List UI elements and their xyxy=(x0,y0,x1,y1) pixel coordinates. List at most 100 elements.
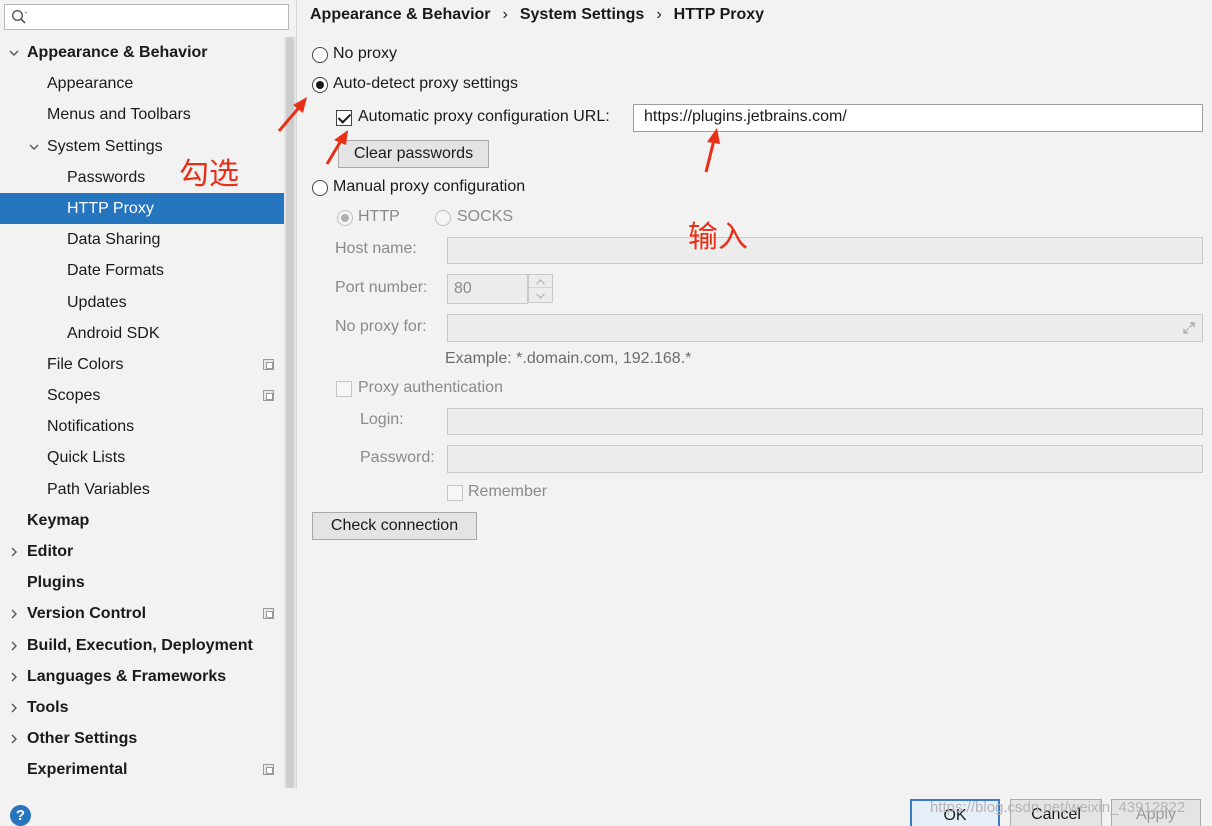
manual-proxy-radio[interactable] xyxy=(312,180,328,196)
no-proxy-label[interactable]: No proxy xyxy=(333,45,397,63)
sidebar-item-languages-frameworks[interactable]: Languages & Frameworks xyxy=(0,661,284,692)
sidebar-item-experimental[interactable]: Experimental xyxy=(0,754,284,785)
annotation-check-note: 勾选 xyxy=(179,157,239,192)
host-name-input[interactable] xyxy=(447,237,1203,264)
sidebar-item-menus-and-toolbars[interactable]: Menus and Toolbars xyxy=(0,99,284,130)
sidebar-item-label: Keymap xyxy=(27,511,90,529)
sidebar-item-quick-lists[interactable]: Quick Lists xyxy=(0,442,284,473)
chevron-right-icon[interactable] xyxy=(9,672,19,682)
chevron-down-icon xyxy=(536,293,545,299)
chevron-right-icon[interactable] xyxy=(9,703,19,713)
port-number-stepper[interactable] xyxy=(528,274,553,303)
no-proxy-radio[interactable] xyxy=(312,47,328,63)
sidebar-item-label: Scopes xyxy=(47,387,101,405)
remember-label[interactable]: Remember xyxy=(468,483,547,501)
sidebar-item-tools[interactable]: Tools xyxy=(0,692,284,723)
sidebar-scrollbar[interactable] xyxy=(284,37,296,788)
copy-icon xyxy=(263,764,274,776)
sidebar-item-date-formats[interactable]: Date Formats xyxy=(0,255,284,286)
breadcrumb-item: System Settings xyxy=(519,6,645,23)
sidebar-item-build-execution-deployment[interactable]: Build, Execution, Deployment xyxy=(0,630,284,661)
sidebar-item-label: Version Control xyxy=(27,605,147,623)
no-proxy-example: Example: *.domain.com, 192.168.* xyxy=(445,350,692,367)
auto-config-url-label[interactable]: Automatic proxy configuration URL: xyxy=(358,108,610,126)
annotation-arrow-icon xyxy=(325,130,348,165)
help-icon[interactable]: ? xyxy=(10,805,31,826)
breadcrumb-separator: › xyxy=(656,6,662,23)
sidebar-item-label: Appearance xyxy=(47,75,134,93)
breadcrumb-item: HTTP Proxy xyxy=(673,6,765,23)
sidebar-item-updates[interactable]: Updates xyxy=(0,287,284,318)
sidebar-item-plugins[interactable]: Plugins xyxy=(0,567,284,598)
auto-detect-label[interactable]: Auto-detect proxy settings xyxy=(333,75,518,93)
clear-passwords-button[interactable]: Clear passwords xyxy=(338,140,489,168)
auto-detect-radio[interactable] xyxy=(312,77,328,93)
sidebar-item-passwords[interactable]: Passwords xyxy=(0,162,284,193)
socks-label[interactable]: SOCKS xyxy=(457,208,513,226)
proxy-auth-label[interactable]: Proxy authentication xyxy=(358,379,503,397)
sidebar-item-editor[interactable]: Editor xyxy=(0,536,284,567)
port-number-label: Port number: xyxy=(335,279,428,296)
check-connection-button[interactable]: Check connection xyxy=(312,512,477,540)
sidebar-item-label: Notifications xyxy=(47,418,135,436)
sidebar-item-label: HTTP Proxy xyxy=(67,199,154,217)
port-number-input[interactable]: 80 xyxy=(447,274,528,304)
sidebar-item-path-variables[interactable]: Path Variables xyxy=(0,474,284,505)
sidebar-item-system-settings[interactable]: System Settings xyxy=(0,131,284,162)
chevron-up-icon xyxy=(536,279,545,285)
sidebar-item-other-settings[interactable]: Other Settings xyxy=(0,723,284,754)
password-label: Password: xyxy=(360,449,435,466)
sidebar-item-android-sdk[interactable]: Android SDK xyxy=(0,318,284,349)
annotation-arrow-icon xyxy=(277,97,307,132)
proxy-auth-checkbox[interactable] xyxy=(336,381,352,397)
sidebar-item-label: Plugins xyxy=(27,574,85,592)
sidebar-item-label: Editor xyxy=(27,543,74,560)
sidebar-item-label: Android SDK xyxy=(67,324,160,342)
sidebar-item-version-control[interactable]: Version Control xyxy=(0,598,284,629)
sidebar-item-label: Updates xyxy=(67,293,127,311)
scrollbar-thumb[interactable] xyxy=(286,37,294,788)
sidebar-item-file-colors[interactable]: File Colors xyxy=(0,349,284,380)
stepper-up-button[interactable] xyxy=(529,275,552,288)
search-input[interactable] xyxy=(4,4,289,30)
sidebar-item-appearance-behavior[interactable]: Appearance & Behavior xyxy=(0,37,284,68)
sidebar-item-notifications[interactable]: Notifications xyxy=(0,411,284,442)
no-proxy-for-input[interactable] xyxy=(447,314,1203,342)
http-radio[interactable] xyxy=(337,210,353,226)
sidebar-item-appearance[interactable]: Appearance xyxy=(0,68,284,99)
sidebar-item-label: Date Formats xyxy=(67,262,164,280)
breadcrumb: Appearance & Behavior › System Settings › HT… xyxy=(310,6,764,28)
sidebar-item-label: Appearance & Behavior xyxy=(27,44,208,61)
sidebar-item-label: Data Sharing xyxy=(67,231,161,249)
chevron-right-icon[interactable] xyxy=(9,734,19,744)
stepper-down-button[interactable] xyxy=(529,289,552,302)
settings-tree: Appearance & Behavior Appearance Menus and… xyxy=(0,37,284,786)
sidebar-item-http-proxy[interactable]: HTTP Proxy xyxy=(0,192,284,225)
sidebar-item-keymap[interactable]: Keymap xyxy=(0,505,284,536)
breadcrumb-separator: › xyxy=(502,6,508,23)
chevron-right-icon[interactable] xyxy=(9,547,19,557)
login-label: Login: xyxy=(360,411,404,428)
sidebar-item-label: Languages & Frameworks xyxy=(27,667,227,685)
sidebar-item-data-sharing[interactable]: Data Sharing xyxy=(0,224,284,255)
chevron-right-icon[interactable] xyxy=(9,641,19,651)
login-input[interactable] xyxy=(447,408,1203,435)
auto-config-url-value: https://plugins.jetbrains.com/ xyxy=(644,108,847,125)
no-proxy-for-label: No proxy for: xyxy=(335,318,427,335)
host-name-label: Host name: xyxy=(335,240,417,257)
chevron-down-icon[interactable] xyxy=(9,48,19,58)
expand-icon[interactable] xyxy=(1182,321,1196,335)
auto-config-url-checkbox[interactable] xyxy=(336,110,352,126)
socks-radio[interactable] xyxy=(435,210,451,226)
sidebar-item-label: Passwords xyxy=(67,168,146,186)
sidebar-item-scopes[interactable]: Scopes xyxy=(0,380,284,411)
sidebar-item-label: System Settings xyxy=(47,137,163,155)
sidebar-item-label: Experimental xyxy=(27,761,128,779)
remember-checkbox[interactable] xyxy=(447,485,463,501)
chevron-down-icon[interactable] xyxy=(29,142,39,152)
breadcrumb-item: Appearance & Behavior xyxy=(310,6,491,23)
manual-proxy-label[interactable]: Manual proxy configuration xyxy=(333,178,525,196)
http-label[interactable]: HTTP xyxy=(358,208,400,226)
password-input[interactable] xyxy=(447,445,1203,473)
chevron-right-icon[interactable] xyxy=(9,609,19,619)
